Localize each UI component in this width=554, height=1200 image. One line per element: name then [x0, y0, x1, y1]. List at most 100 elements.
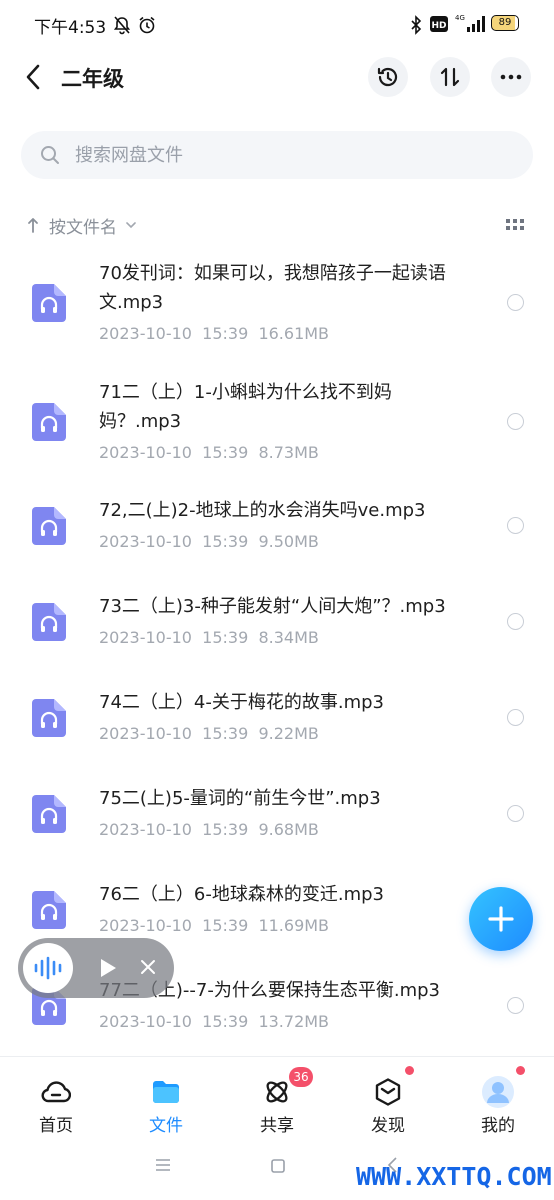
nav-files[interactable]: 文件 — [116, 1057, 216, 1136]
select-radio[interactable] — [507, 613, 524, 630]
file-size: 9.68MB — [258, 820, 319, 839]
file-size: 13.72MB — [258, 1012, 330, 1031]
file-size: 11.69MB — [258, 916, 330, 935]
file-size: 16.61MB — [258, 324, 330, 343]
file-name: 72,二(上)2-地球上的水会消失吗ve.mp3 — [99, 500, 426, 521]
file-name: 70发刊词：如果可以，我想陪孩子一起读语文.mp3 — [99, 263, 446, 313]
nav-label: 我的 — [481, 1116, 515, 1136]
file-meta: 2023-10-10 15:39 9.22MB — [99, 724, 319, 743]
file-row[interactable]: 73二（上)3-种子能发射“人间大炮”？.mp3 2023-10-10 15:3… — [0, 592, 554, 662]
audio-file-icon — [32, 603, 66, 641]
file-name: 75二(上)5-量词的“前生今世”.mp3 — [99, 788, 381, 809]
profile-dot — [516, 1066, 525, 1075]
search-bar[interactable] — [21, 131, 533, 179]
file-row[interactable]: 71二（上）1-小蝌蚪为什么找不到妈妈？.mp3 2023-10-10 15:3… — [0, 377, 554, 477]
file-meta: 2023-10-10 15:39 8.34MB — [99, 628, 319, 647]
more-options-button[interactable] — [491, 57, 531, 97]
mini-audio-player[interactable] — [18, 938, 174, 998]
file-date: 2023-10-10 15:39 — [99, 916, 249, 935]
file-date: 2023-10-10 15:39 — [99, 628, 249, 647]
select-radio[interactable] — [507, 413, 524, 430]
nav-label: 首页 — [39, 1116, 73, 1136]
nav-label: 发现 — [371, 1116, 405, 1136]
file-size: 8.73MB — [258, 443, 319, 462]
recent-history-button[interactable] — [368, 57, 408, 97]
plus-icon — [488, 906, 514, 932]
battery-indicator: 89 — [491, 15, 519, 31]
file-meta: 2023-10-10 15:39 16.61MB — [99, 324, 329, 343]
select-radio[interactable] — [507, 997, 524, 1014]
file-meta: 2023-10-10 15:39 11.69MB — [99, 916, 329, 935]
select-radio[interactable] — [507, 517, 524, 534]
audio-file-icon — [32, 403, 66, 441]
file-meta: 2023-10-10 15:39 9.68MB — [99, 820, 319, 839]
menu-icon[interactable] — [154, 1158, 172, 1172]
file-name: 76二（上）6-地球森林的变迁.mp3 — [99, 884, 384, 905]
file-size: 9.22MB — [258, 724, 319, 743]
nav-discover[interactable]: 发现 — [338, 1057, 438, 1136]
file-date: 2023-10-10 15:39 — [99, 1012, 249, 1031]
svg-text:4G: 4G — [455, 14, 465, 22]
svg-text:HD: HD — [431, 21, 446, 31]
audio-file-icon — [32, 891, 66, 929]
select-radio[interactable] — [507, 805, 524, 822]
select-radio[interactable] — [507, 294, 524, 311]
home-square-icon[interactable] — [270, 1158, 286, 1174]
page-title: 二年级 — [61, 67, 124, 91]
sort-by-name-dropdown[interactable]: 按文件名 — [27, 212, 137, 238]
mute-bell-icon — [113, 16, 131, 35]
bluetooth-icon — [411, 15, 422, 35]
sort-arrows-icon — [440, 67, 460, 87]
audio-wave-icon — [34, 956, 62, 980]
file-row[interactable]: 72,二(上)2-地球上的水会消失吗ve.mp3 2023-10-10 15:3… — [0, 496, 554, 566]
close-icon[interactable] — [140, 959, 156, 975]
select-radio[interactable] — [507, 709, 524, 726]
add-button[interactable] — [469, 887, 533, 951]
sort-label: 按文件名 — [49, 217, 117, 238]
file-date: 2023-10-10 15:39 — [99, 443, 249, 462]
hd-icon: HD — [430, 16, 448, 32]
watermark-text: WWW.XXTTQ.COM — [356, 1162, 552, 1191]
grid-view-icon[interactable] — [506, 217, 524, 233]
nav-label: 共享 — [260, 1116, 294, 1136]
bottom-nav: 首页 文件 36 共享 发现 我的 — [0, 1056, 554, 1136]
folder-icon — [153, 1081, 179, 1103]
play-icon[interactable] — [98, 957, 118, 979]
back-arrow-icon[interactable] — [22, 62, 46, 92]
search-input[interactable] — [75, 131, 495, 179]
share-badge: 36 — [289, 1067, 313, 1087]
discover-dot — [405, 1066, 414, 1075]
file-meta: 2023-10-10 15:39 9.50MB — [99, 532, 319, 551]
status-time: 下午4:53 — [34, 18, 107, 38]
file-size: 9.50MB — [258, 532, 319, 551]
avatar-icon — [482, 1076, 514, 1108]
status-bar: 下午4:53 HD 4G 89 — [0, 0, 554, 48]
nav-label: 文件 — [149, 1116, 183, 1136]
search-icon — [41, 146, 59, 164]
file-name: 74二（上）4-关于梅花的故事.mp3 — [99, 692, 384, 713]
nav-share[interactable]: 36 共享 — [227, 1057, 327, 1136]
arrow-up-icon — [28, 218, 38, 233]
nav-profile[interactable]: 我的 — [448, 1057, 548, 1136]
file-date: 2023-10-10 15:39 — [99, 820, 249, 839]
audio-file-icon — [32, 795, 66, 833]
file-name: 71二（上）1-小蝌蚪为什么找不到妈妈？.mp3 — [99, 382, 392, 432]
file-meta: 2023-10-10 15:39 13.72MB — [99, 1012, 329, 1031]
discover-cube-icon — [375, 1078, 401, 1106]
audio-file-icon — [32, 507, 66, 545]
history-clock-icon — [377, 67, 398, 87]
cloud-icon — [41, 1081, 71, 1103]
audio-wave-button[interactable] — [23, 943, 73, 993]
file-size: 8.34MB — [258, 628, 319, 647]
file-date: 2023-10-10 15:39 — [99, 724, 249, 743]
audio-file-icon — [32, 699, 66, 737]
file-row[interactable]: 75二(上)5-量词的“前生今世”.mp3 2023-10-10 15:39 9… — [0, 784, 554, 854]
alarm-icon — [139, 16, 155, 34]
file-meta: 2023-10-10 15:39 8.73MB — [99, 443, 319, 462]
chevron-down-icon — [126, 222, 136, 229]
file-row[interactable]: 70发刊词：如果可以，我想陪孩子一起读语文.mp3 2023-10-10 15:… — [0, 258, 554, 358]
file-row[interactable]: 74二（上）4-关于梅花的故事.mp3 2023-10-10 15:39 9.2… — [0, 688, 554, 758]
nav-home[interactable]: 首页 — [6, 1057, 106, 1136]
more-dots-icon — [500, 74, 522, 80]
sort-order-button[interactable] — [430, 57, 470, 97]
